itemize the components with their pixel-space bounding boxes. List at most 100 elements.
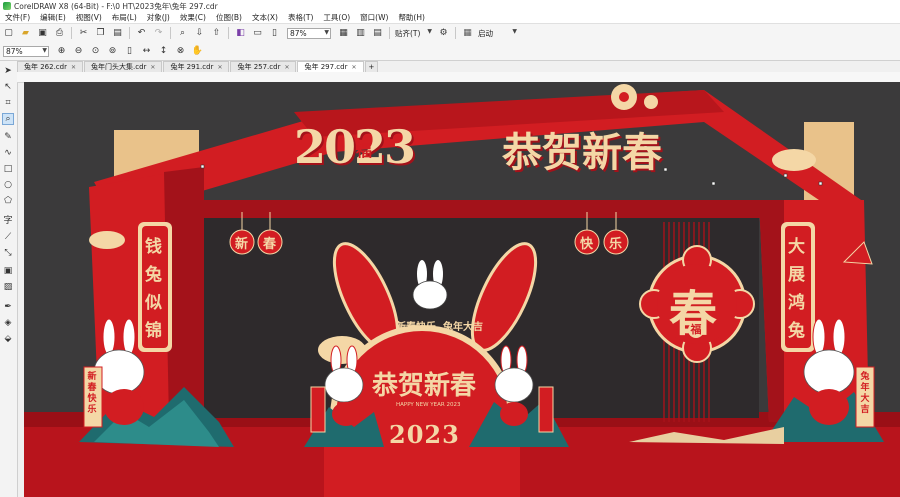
copy-icon[interactable]: ❐ (94, 27, 107, 40)
property-bar: 87% ▼ ⊕ ⊖ ⊙ ⊚ ▯ ↔ ↕ ⊗ ✋ (0, 42, 900, 61)
zoom-tool-icon[interactable]: ⌕ (2, 113, 14, 125)
zoom-levels-input[interactable]: 87% ▼ (3, 45, 49, 57)
right-banner-char: 鸿 (788, 293, 805, 313)
menu-bitmaps[interactable]: 位图(B) (211, 12, 247, 23)
fullscreen-icon[interactable]: ▭ (251, 27, 264, 40)
headline-greeting: 恭贺新春 (502, 129, 662, 176)
smart-fill-tool-icon[interactable]: ⬙ (2, 333, 14, 345)
ellipse-tool-icon[interactable]: ○ (2, 179, 14, 191)
menu-help[interactable]: 帮助(H) (393, 12, 430, 23)
close-icon[interactable]: ✕ (351, 64, 356, 71)
flower-ornament-small (644, 95, 658, 109)
menu-window[interactable]: 窗口(W) (355, 12, 393, 23)
pick-tool-icon[interactable]: ➤ (2, 65, 14, 77)
search-content-icon[interactable]: ⌕ (176, 27, 189, 40)
menu-view[interactable]: 视图(V) (71, 12, 107, 23)
document-tab[interactable]: 兔年 291.cdr ✕ (163, 61, 230, 72)
coreldraw-app-icon (3, 2, 11, 10)
import-icon[interactable]: ⇩ (193, 27, 206, 40)
crop-tool-icon[interactable]: ⌗ (2, 97, 14, 109)
zoom-all-objects-icon[interactable]: ⊚ (106, 45, 119, 58)
pan-icon[interactable]: ✋ (191, 45, 204, 58)
publish-pdf-icon[interactable]: ◧ (234, 27, 247, 40)
drawing-canvas[interactable]: 2023 福 恭贺新春 新 春 快 乐 钱 兔 似 锦 大 展 鸿 兔 新春快乐… (24, 82, 900, 497)
menu-layout[interactable]: 布局(L) (107, 12, 142, 23)
left-banner-char: 钱 (145, 237, 162, 257)
parallel-dimension-tool-icon[interactable]: ⟋ (2, 231, 14, 243)
close-icon[interactable]: ✕ (150, 64, 155, 71)
menu-table[interactable]: 表格(T) (283, 12, 318, 23)
menu-file[interactable]: 文件(F) (0, 12, 35, 23)
zoom-one-shot-icon[interactable]: ⊗ (174, 45, 187, 58)
new-document-icon[interactable]: ▢ (2, 27, 15, 40)
interactive-fill-tool-icon[interactable]: ◈ (2, 317, 14, 329)
save-icon[interactable]: ▣ (36, 27, 49, 40)
spring-fu-char: 福 (688, 322, 704, 338)
menu-bar: 文件(F) 编辑(E) 视图(V) 布局(L) 对象(J) 效果(C) 位图(B… (0, 12, 900, 23)
app-launcher-icon[interactable]: ▦ (461, 27, 474, 40)
lantern-char: 快 (580, 237, 594, 252)
application-launcher[interactable]: 启动 ▼ (476, 28, 518, 39)
redo-icon[interactable]: ↷ (152, 27, 165, 40)
right-scroll-text: 兔年大吉 (860, 372, 870, 415)
menu-tools[interactable]: 工具(O) (318, 12, 355, 23)
show-rulers-icon[interactable]: ▥ (354, 27, 367, 40)
chevron-down-icon: ▼ (42, 46, 47, 54)
open-folder-icon[interactable]: ▰ (19, 27, 32, 40)
launch-label: 启动 (478, 28, 493, 38)
document-tab[interactable]: 兔年门头大集.cdr ✕ (84, 61, 163, 72)
tab-label: 兔年 297.cdr (304, 63, 348, 71)
text-tool-icon[interactable]: 字 (2, 213, 14, 226)
print-icon[interactable]: ⎙ (53, 27, 66, 40)
menu-edit[interactable]: 编辑(E) (35, 12, 71, 23)
zoom-page-icon[interactable]: ▯ (123, 45, 136, 58)
paste-icon[interactable]: ▤ (111, 27, 124, 40)
artistic-media-tool-icon[interactable]: ∿ (2, 147, 14, 159)
view-icon[interactable]: ▯ (268, 27, 281, 40)
chevron-down-icon: ▼ (427, 27, 432, 35)
close-icon[interactable]: ✕ (71, 64, 76, 71)
snap-to-select[interactable]: 贴齐(T) ▼ (393, 28, 433, 39)
close-icon[interactable]: ✕ (217, 64, 222, 71)
polygon-tool-icon[interactable]: ⬠ (2, 195, 14, 207)
zoom-out-icon[interactable]: ⊖ (72, 45, 85, 58)
connector-tool-icon[interactable]: ⤡ (2, 247, 14, 259)
toolbox: ➤ ↖ ⌗ ⌕ ✎ ∿ □ ○ ⬠ 字 ⟋ ⤡ ▣ ▨ ✒ ◈ ⬙ (0, 61, 18, 497)
standard-toolbar: ▢ ▰ ▣ ⎙ ✂ ❐ ▤ ↶ ↷ ⌕ ⇩ ⇧ ◧ ▭ ▯ 87% ▼ ▦ ▥ … (0, 23, 900, 43)
new-tab-button[interactable]: + (364, 61, 379, 72)
shape-tool-icon[interactable]: ↖ (2, 81, 14, 93)
document-tab[interactable]: 兔年 262.cdr ✕ (17, 61, 84, 72)
close-icon[interactable]: ✕ (284, 64, 289, 71)
lantern-char: 乐 (609, 237, 623, 252)
rectangle-tool-icon[interactable]: □ (2, 163, 14, 175)
menu-effects[interactable]: 效果(C) (175, 12, 211, 23)
chevron-down-icon: ▼ (512, 27, 517, 35)
headline-year-fu: 福 (356, 141, 373, 160)
title-bar: CorelDRAW X8 (64-Bit) - F:\0 HT\2023兔年\兔… (0, 0, 900, 12)
freehand-tool-icon[interactable]: ✎ (2, 131, 14, 143)
menu-text[interactable]: 文本(X) (247, 12, 283, 23)
export-icon[interactable]: ⇧ (210, 27, 223, 40)
eyedropper-tool-icon[interactable]: ✒ (2, 301, 14, 313)
zoom-selected-icon[interactable]: ⊙ (89, 45, 102, 58)
menu-object[interactable]: 对象(J) (142, 12, 175, 23)
full-screen-preview-icon[interactable]: ▦ (337, 27, 350, 40)
zoom-in-icon[interactable]: ⊕ (55, 45, 68, 58)
document-tab[interactable]: 兔年 257.cdr ✕ (230, 61, 297, 72)
zoom-width-icon[interactable]: ↔ (140, 45, 153, 58)
center-ribbon-text: 新春快乐 兔年大吉 (396, 322, 483, 333)
cut-icon[interactable]: ✂ (77, 27, 90, 40)
left-banner-char: 兔 (145, 265, 162, 285)
lantern-char: 春 (263, 237, 277, 252)
center-title: 恭贺新春 (372, 371, 477, 401)
transparency-tool-icon[interactable]: ▨ (2, 281, 14, 293)
center-subtitle: HAPPY NEW YEAR 2023 (396, 402, 461, 408)
drop-shadow-tool-icon[interactable]: ▣ (2, 265, 14, 277)
right-banner-char: 兔 (788, 321, 805, 341)
document-tab-active[interactable]: 兔年 297.cdr ✕ (297, 61, 364, 72)
undo-icon[interactable]: ↶ (135, 27, 148, 40)
show-grid-icon[interactable]: ▤ (371, 27, 384, 40)
zoom-level-select[interactable]: 87% ▼ (287, 27, 331, 39)
zoom-height-icon[interactable]: ↕ (157, 45, 170, 58)
options-gear-icon[interactable]: ⚙ (437, 27, 450, 40)
